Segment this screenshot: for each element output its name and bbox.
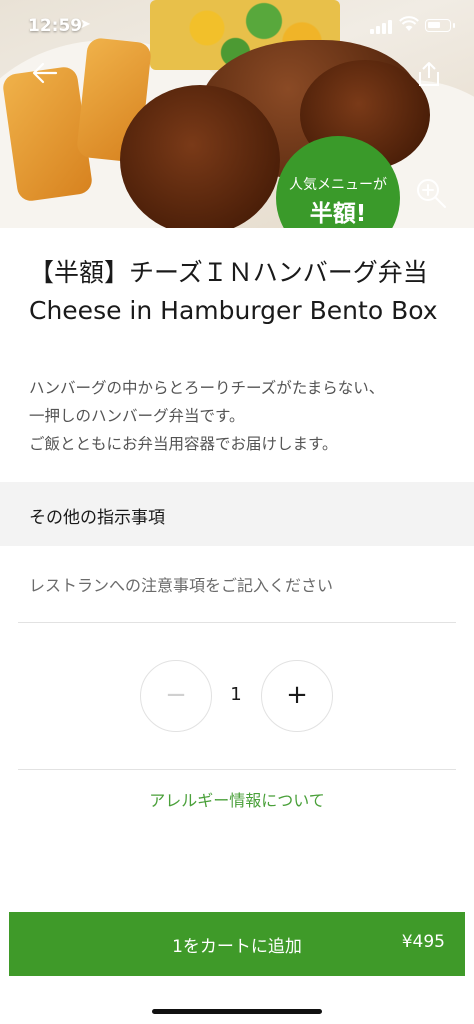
home-indicator (152, 1009, 322, 1014)
signal-icon (370, 20, 392, 34)
arrow-left-icon (32, 62, 58, 84)
status-bar: 12:59 ➤ (0, 0, 474, 54)
item-description: ハンバーグの中からとろーりチーズがたまらない、 一押しのハンバーグ弁当です。 ご… (29, 379, 385, 453)
item-title: 【半額】チーズＩＮハンバーグ弁当 Cheese in Hamburger Ben… (29, 258, 438, 325)
add-to-cart-button[interactable]: 1をカートに追加 ¥495 (9, 912, 465, 976)
divider (18, 622, 456, 623)
divider-2 (18, 769, 456, 770)
cart-price: ¥495 (401, 932, 445, 952)
battery-icon (425, 19, 455, 32)
instructions-heading: その他の指示事項 (29, 508, 165, 528)
wifi-icon (399, 16, 419, 36)
increase-quantity-button[interactable]: + (261, 660, 333, 732)
add-to-cart-label: 1をカートに追加 (172, 937, 302, 957)
special-instructions-input[interactable] (29, 570, 449, 600)
promo-line2: 半額! (309, 201, 367, 227)
share-icon (419, 62, 439, 86)
share-button[interactable] (415, 60, 443, 88)
back-button[interactable] (30, 58, 60, 94)
decrease-quantity-button[interactable]: − (140, 660, 212, 732)
allergy-info-link[interactable]: アレルギー情報について (0, 787, 474, 811)
status-time: 12:59 (28, 16, 83, 36)
promo-line1: 人気メニューが (289, 177, 387, 193)
quantity-value: 1 (230, 684, 242, 705)
location-icon: ➤ (80, 17, 91, 32)
zoom-button[interactable] (414, 176, 448, 210)
zoom-in-icon (417, 179, 446, 208)
hamburger-sauce (120, 85, 280, 228)
instructions-section-header: その他の指示事項 (0, 482, 474, 546)
